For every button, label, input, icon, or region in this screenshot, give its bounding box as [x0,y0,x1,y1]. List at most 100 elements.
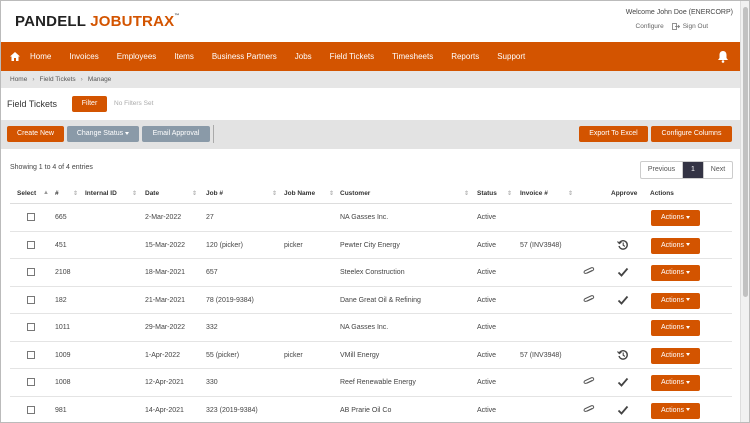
cell-number: 2108 [55,269,71,276]
col-header-invoice[interactable]: Invoice # [520,190,548,197]
col-header-internal-id[interactable]: Internal ID [85,190,117,197]
pager-next[interactable]: Next [703,162,732,178]
row-actions-button[interactable]: Actions [651,375,700,391]
approved-check-icon[interactable] [617,294,629,306]
cell-customer[interactable]: Dane Great Oil & Refining [340,297,421,304]
cell-customer[interactable]: Reef Renewable Energy [340,379,416,386]
notification-bell-icon[interactable] [717,50,729,63]
cell-job-number[interactable]: 330 [206,379,218,386]
sign-out-link[interactable]: Sign Out [671,23,708,30]
export-to-excel-button[interactable]: Export To Excel [579,126,648,142]
sort-icon[interactable]: ⇕ [568,190,573,197]
cell-job-number[interactable]: 332 [206,324,218,331]
approved-check-icon[interactable] [617,376,629,388]
attachment-icon[interactable] [583,376,595,388]
sort-icon[interactable]: ⇕ [329,190,334,197]
cell-customer[interactable]: NA Gasses Inc. [340,324,388,331]
cell-job-number[interactable]: 323 (2019-9384) [206,407,258,414]
row-select-checkbox[interactable] [27,350,35,359]
sort-icon[interactable]: ⇕ [272,190,277,197]
breadcrumb-home[interactable]: Home [10,76,27,83]
table-row: 2108 18-Mar-2021 657 Steelex Construction Ac… [10,259,732,287]
sort-icon[interactable]: ⇕ [192,190,197,197]
cell-job-number[interactable]: 27 [206,214,214,221]
pager-page-1[interactable]: 1 [683,162,703,178]
filter-button[interactable]: Filter [72,96,107,112]
approved-check-icon[interactable] [617,266,629,278]
sort-icon[interactable]: ⇕ [73,190,78,197]
configure-columns-button[interactable]: Configure Columns [651,126,732,142]
cell-customer[interactable]: Steelex Construction [340,269,405,276]
nav-item-reports[interactable]: Reports [442,42,488,71]
nav-item-items[interactable]: Items [165,42,203,71]
row-select-checkbox[interactable] [27,405,35,414]
home-icon[interactable] [10,42,28,71]
col-header-select[interactable]: Select [17,190,36,197]
attachment-icon[interactable] [583,294,595,306]
cell-invoice[interactable]: 57 (INV3948) [520,242,562,249]
nav-item-business-partners[interactable]: Business Partners [203,42,286,71]
sign-out-icon [671,23,680,30]
configure-link[interactable]: Configure [636,23,664,30]
pager-previous[interactable]: Previous [641,162,683,178]
nav-item-employees[interactable]: Employees [108,42,166,71]
approved-check-icon[interactable] [617,404,629,416]
cell-customer[interactable]: NA Gasses Inc. [340,214,388,221]
row-actions-button[interactable]: Actions [651,265,700,281]
cell-status: Active [477,406,497,414]
nav-item-support[interactable]: Support [488,42,534,71]
row-actions-button[interactable]: Actions [651,237,700,254]
col-header-job-name[interactable]: Job Name [284,190,315,197]
sort-asc-icon[interactable]: ▲ [43,190,49,196]
cell-invoice[interactable]: 57 (INV3948) [520,352,562,359]
breadcrumb: Home › Field Tickets › Manage [1,71,741,88]
row-actions-button[interactable]: Actions [651,292,700,309]
cell-job-number[interactable]: 657 [206,269,218,276]
nav-item-jobs[interactable]: Jobs [286,42,321,71]
cell-customer[interactable]: VMill Energy [340,352,379,359]
row-select-checkbox[interactable] [27,240,35,249]
breadcrumb-field-tickets[interactable]: Field Tickets [40,76,76,83]
col-header-status[interactable]: Status [477,190,497,197]
cell-job-number[interactable]: 120 (picker) [206,242,243,249]
cell-customer[interactable]: AB Prarie Oil Co [340,407,391,414]
nav-item-invoices[interactable]: Invoices [60,42,107,71]
nav-item-field-tickets[interactable]: Field Tickets [321,42,383,71]
create-new-button[interactable]: Create New [7,126,64,142]
cell-job-number[interactable]: 78 (2019-9384) [206,297,254,304]
attachment-icon[interactable] [583,404,595,416]
row-select-checkbox[interactable] [27,323,35,331]
cell-customer[interactable]: Pewter City Energy [340,242,400,249]
breadcrumb-separator-icon: › [32,76,35,83]
row-select-checkbox[interactable] [27,378,35,386]
nav-item-timesheets[interactable]: Timesheets [383,42,442,71]
attachment-icon[interactable] [583,266,595,278]
row-select-checkbox[interactable] [27,268,35,276]
sort-icon[interactable]: ⇕ [507,190,512,197]
row-actions-button[interactable]: Actions [651,210,700,226]
nav-item-home[interactable]: Home [28,42,60,71]
chevron-down-icon [685,380,690,384]
email-approval-button[interactable]: Email Approval [142,126,210,142]
row-actions-label: Actions [661,324,684,331]
row-actions-button[interactable]: Actions [651,347,700,364]
sort-icon[interactable]: ⇕ [464,190,469,197]
col-header-number[interactable]: # [55,190,59,197]
change-status-button[interactable]: Change Status [67,126,139,142]
chevron-down-icon [685,215,690,219]
row-actions-button[interactable]: Actions [651,402,700,419]
col-header-customer[interactable]: Customer [340,190,370,197]
history-icon[interactable] [617,349,629,361]
row-select-checkbox[interactable] [27,213,35,221]
col-header-job-number[interactable]: Job # [206,190,223,197]
table-row: 182 21-Mar-2021 78 (2019-9384) Dane Great O… [10,287,732,314]
cell-job-number[interactable]: 55 (picker) [206,352,239,359]
row-select-checkbox[interactable] [27,295,35,304]
vertical-scrollbar[interactable] [740,1,749,422]
history-icon[interactable] [617,239,629,251]
scrollbar-thumb[interactable] [743,7,748,297]
col-header-date[interactable]: Date [145,190,159,197]
sort-icon[interactable]: ⇕ [132,190,137,197]
row-actions-button[interactable]: Actions [651,320,700,336]
table-body: 665 2-Mar-2022 27 NA Gasses Inc. Active Actio… [10,204,732,422]
